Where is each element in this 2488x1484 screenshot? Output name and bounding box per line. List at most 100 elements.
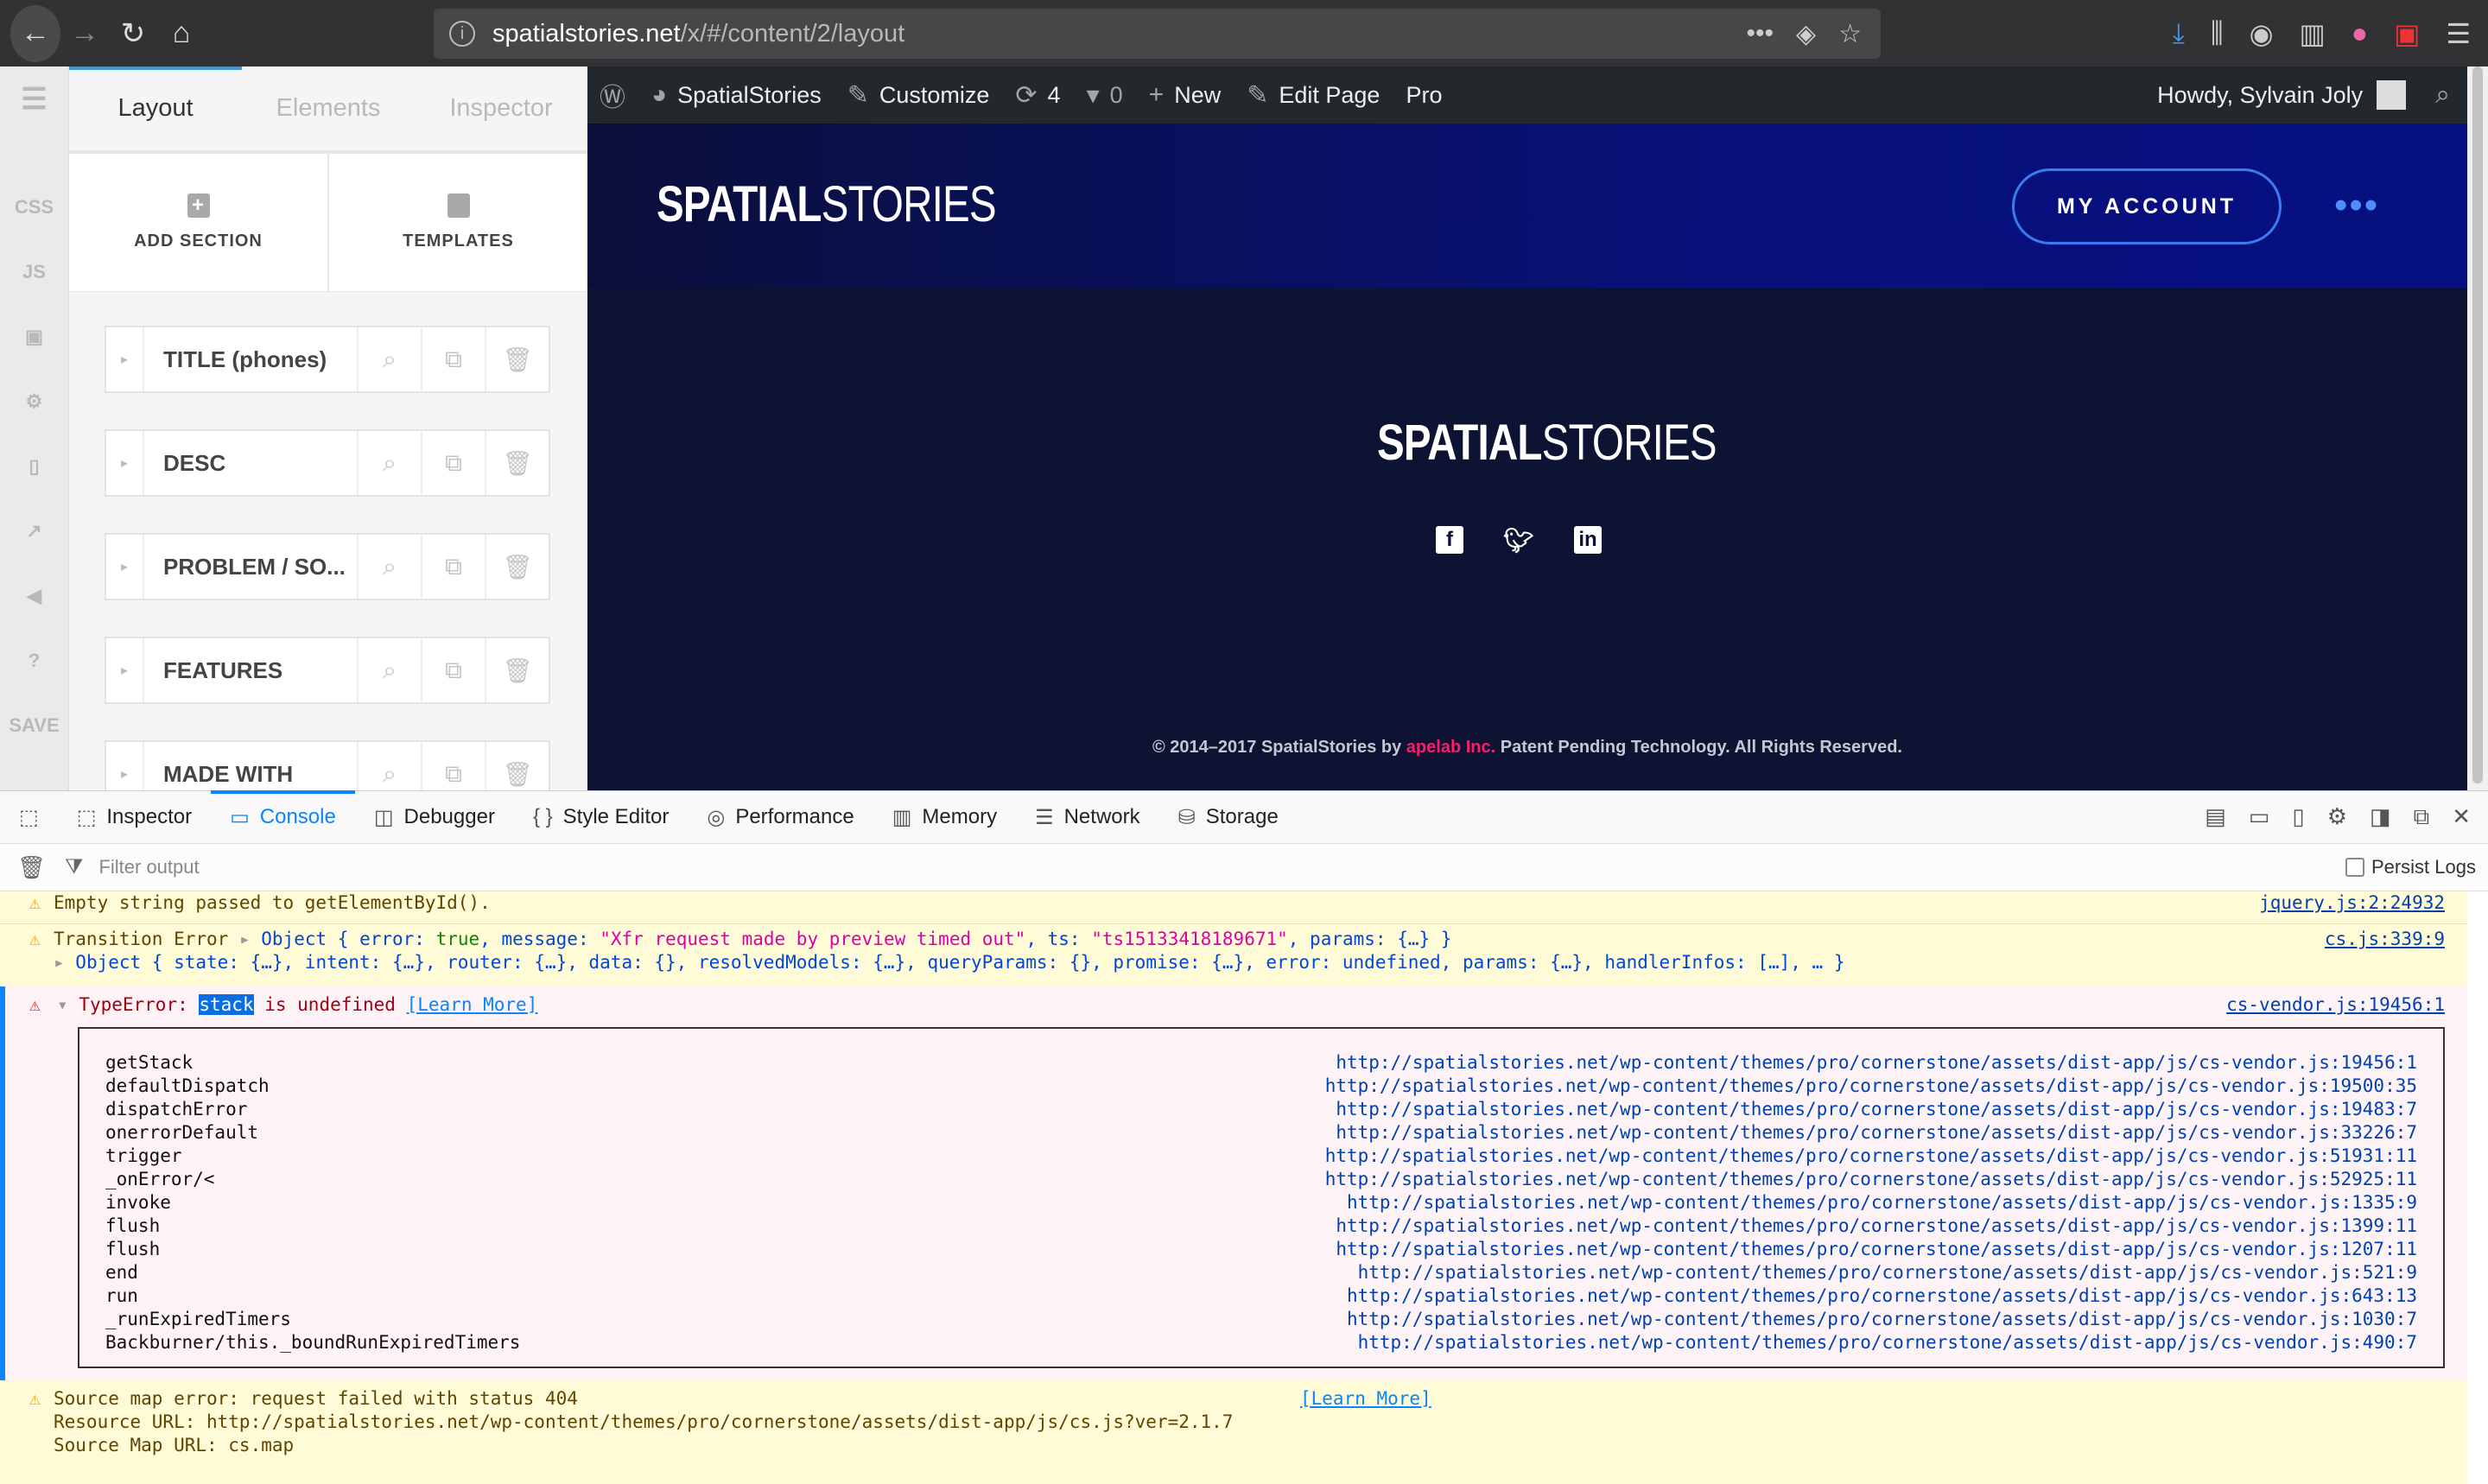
add-section-button[interactable]: + ADD SECTION bbox=[69, 154, 327, 291]
object-tree-toggle[interactable]: ▸ Object { state: {…}, intent: {…}, rout… bbox=[54, 951, 2467, 974]
more-dots-icon[interactable]: ••• bbox=[2334, 184, 2379, 227]
linkedin-icon[interactable]: in bbox=[1574, 526, 1602, 554]
apelab-link[interactable]: apelab Inc. bbox=[1406, 738, 1495, 757]
search-icon[interactable]: ⌕ bbox=[357, 431, 421, 495]
site-logo[interactable]: SPATIALSTORIES bbox=[657, 175, 997, 233]
source-link[interactable]: cs.js:339:9 bbox=[2325, 928, 2445, 951]
wordpress-logo-icon[interactable]: Ⓦ bbox=[600, 76, 625, 114]
admin-site-link[interactable]: ◕ SpatialStories bbox=[651, 80, 822, 110]
back-button[interactable]: ← bbox=[10, 4, 60, 62]
frame-url-link[interactable]: http://spatialstories.net/wp-content/the… bbox=[1347, 1284, 2417, 1308]
source-link[interactable]: cs-vendor.js:19456:1 bbox=[2226, 993, 2445, 1017]
learn-more-link[interactable]: [Learn More] bbox=[407, 994, 538, 1015]
dock-icon[interactable]: ▤ bbox=[2205, 803, 2226, 831]
rail-js[interactable]: JS bbox=[0, 239, 68, 304]
frame-url-link[interactable]: http://spatialstories.net/wp-content/the… bbox=[1336, 1121, 2417, 1145]
admin-pro-link[interactable]: Pro bbox=[1406, 82, 1442, 109]
learn-more-link[interactable]: [Learn More] bbox=[1300, 1387, 1431, 1411]
reload-button[interactable]: ↻ bbox=[109, 10, 157, 58]
trash-icon[interactable]: 🗑︎ bbox=[485, 742, 549, 790]
section-item[interactable]: ▸ DESC ⌕ ⧉ 🗑︎ bbox=[105, 429, 550, 497]
admin-edit-link[interactable]: ✎ Edit Page bbox=[1247, 80, 1380, 111]
duplicate-icon[interactable]: ⧉ bbox=[421, 742, 485, 790]
library-icon[interactable]: ⫼ bbox=[2211, 17, 2224, 50]
avatar[interactable] bbox=[2377, 80, 2407, 110]
bookmark-star-icon[interactable]: ☆ bbox=[1838, 19, 1862, 49]
expand-caret-icon[interactable]: ▸ bbox=[106, 431, 144, 495]
external-link-icon[interactable]: ↗ bbox=[0, 498, 68, 563]
tab-inspector[interactable]: Inspector bbox=[415, 94, 587, 123]
trash-icon[interactable]: 🗑︎ bbox=[485, 638, 549, 702]
frame-url-link[interactable]: http://spatialstories.net/wp-content/the… bbox=[1325, 1075, 2417, 1098]
tab-memory[interactable]: ▥ Memory bbox=[873, 791, 1016, 843]
rail-css[interactable]: CSS bbox=[0, 174, 68, 239]
facebook-icon[interactable]: f bbox=[1436, 526, 1463, 554]
info-icon[interactable]: i bbox=[449, 21, 475, 47]
hamburger-icon[interactable]: ☰ bbox=[0, 67, 68, 131]
search-icon[interactable]: ⌕ bbox=[357, 327, 421, 391]
admin-new-link[interactable]: + New bbox=[1149, 80, 1222, 110]
image-icon[interactable]: ▣ bbox=[0, 304, 68, 369]
search-icon[interactable]: ⌕ bbox=[2435, 80, 2450, 110]
dock-side-icon[interactable]: ◨ bbox=[2370, 803, 2391, 831]
frame-url-link[interactable]: http://spatialstories.net/wp-content/the… bbox=[1336, 1238, 2417, 1261]
section-item[interactable]: ▸ FEATURES ⌕ ⧉ 🗑︎ bbox=[105, 637, 550, 704]
color-extension-icon[interactable]: ● bbox=[2352, 17, 2368, 49]
tab-performance[interactable]: ◎ Performance bbox=[688, 791, 873, 843]
admin-updates-link[interactable]: ⟳ 4 bbox=[1015, 80, 1060, 111]
pick-element-icon[interactable]: ⬚ bbox=[0, 791, 58, 843]
trash-icon[interactable]: 🗑︎ bbox=[17, 854, 46, 881]
preview-scrollbar[interactable] bbox=[2467, 67, 2488, 790]
frame-url-link[interactable]: http://spatialstories.net/wp-content/the… bbox=[1347, 1308, 2417, 1331]
close-icon[interactable]: ✕ bbox=[2452, 803, 2471, 831]
search-icon[interactable]: ⌕ bbox=[357, 535, 421, 599]
tab-network[interactable]: ☰ Network bbox=[1016, 791, 1159, 843]
help-icon[interactable]: ? bbox=[0, 628, 68, 693]
settings-icon[interactable]: ⚙ bbox=[0, 369, 68, 434]
trash-icon[interactable]: 🗑︎ bbox=[485, 431, 549, 495]
frame-url-link[interactable]: http://spatialstories.net/wp-content/the… bbox=[1336, 1214, 2417, 1238]
section-item[interactable]: ▸ MADE WITH ⌕ ⧉ 🗑︎ bbox=[105, 740, 550, 790]
search-icon[interactable]: ⌕ bbox=[357, 742, 421, 790]
tab-layout[interactable]: Layout bbox=[69, 94, 242, 123]
trash-icon[interactable]: 🗑︎ bbox=[485, 327, 549, 391]
duplicate-icon[interactable]: ⧉ bbox=[421, 431, 485, 495]
source-link[interactable]: jquery.js:2:24932 bbox=[2259, 891, 2445, 915]
section-item[interactable]: ▸ PROBLEM / SO... ⌕ ⧉ 🗑︎ bbox=[105, 533, 550, 600]
responsive-icon[interactable]: ▯ bbox=[2292, 803, 2304, 831]
frame-url-link[interactable]: http://spatialstories.net/wp-content/the… bbox=[1336, 1051, 2417, 1075]
expand-caret-icon[interactable]: ▸ bbox=[106, 742, 144, 790]
tab-elements[interactable]: Elements bbox=[242, 94, 415, 123]
expand-toggle[interactable]: ▾ bbox=[57, 994, 79, 1015]
section-item[interactable]: ▸ TITLE (phones) ⌕ ⧉ 🗑︎ bbox=[105, 326, 550, 393]
tab-style-editor[interactable]: { } Style Editor bbox=[514, 791, 688, 843]
tab-console[interactable]: ▭ Console bbox=[211, 790, 355, 843]
split-console-icon[interactable]: ▭ bbox=[2249, 803, 2270, 831]
search-icon[interactable]: ⌕ bbox=[357, 638, 421, 702]
howdy-user[interactable]: Howdy, Sylvain Joly bbox=[2157, 82, 2363, 109]
frame-url-link[interactable]: http://spatialstories.net/wp-content/the… bbox=[1325, 1145, 2417, 1168]
expand-caret-icon[interactable]: ▸ bbox=[106, 638, 144, 702]
download-icon[interactable]: ⤓ bbox=[2173, 17, 2185, 50]
settings-icon[interactable]: ⚙ bbox=[2327, 803, 2347, 831]
more-icon[interactable]: ••• bbox=[1747, 19, 1774, 49]
undock-icon[interactable]: ⧉ bbox=[2414, 803, 2430, 831]
rail-save[interactable]: SAVE bbox=[0, 693, 68, 758]
menu-icon[interactable]: ☰ bbox=[2446, 17, 2471, 50]
frame-url-link[interactable]: http://spatialstories.net/wp-content/the… bbox=[1358, 1331, 2417, 1354]
duplicate-icon[interactable]: ⧉ bbox=[421, 638, 485, 702]
tab-debugger[interactable]: ◫ Debugger bbox=[355, 791, 514, 843]
duplicate-icon[interactable]: ⧉ bbox=[421, 327, 485, 391]
sidebar-icon[interactable]: ▥ bbox=[2300, 17, 2326, 50]
frame-url-link[interactable]: http://spatialstories.net/wp-content/the… bbox=[1325, 1168, 2417, 1191]
expand-caret-icon[interactable]: ▸ bbox=[106, 327, 144, 391]
frame-url-link[interactable]: http://spatialstories.net/wp-content/the… bbox=[1347, 1191, 2417, 1214]
expand-caret-icon[interactable]: ▸ bbox=[106, 535, 144, 599]
extension-icon[interactable]: ◉ bbox=[2250, 17, 2274, 50]
filter-input[interactable]: Filter output bbox=[98, 856, 199, 878]
back-circle-icon[interactable]: ◀ bbox=[0, 563, 68, 628]
twitter-icon[interactable]: 🐦︎ bbox=[1503, 526, 1534, 554]
home-button[interactable]: ⌂ bbox=[157, 10, 206, 58]
admin-comments-link[interactable]: ▾ 0 bbox=[1087, 80, 1123, 111]
tab-inspector[interactable]: ⬚ Inspector bbox=[58, 791, 211, 843]
